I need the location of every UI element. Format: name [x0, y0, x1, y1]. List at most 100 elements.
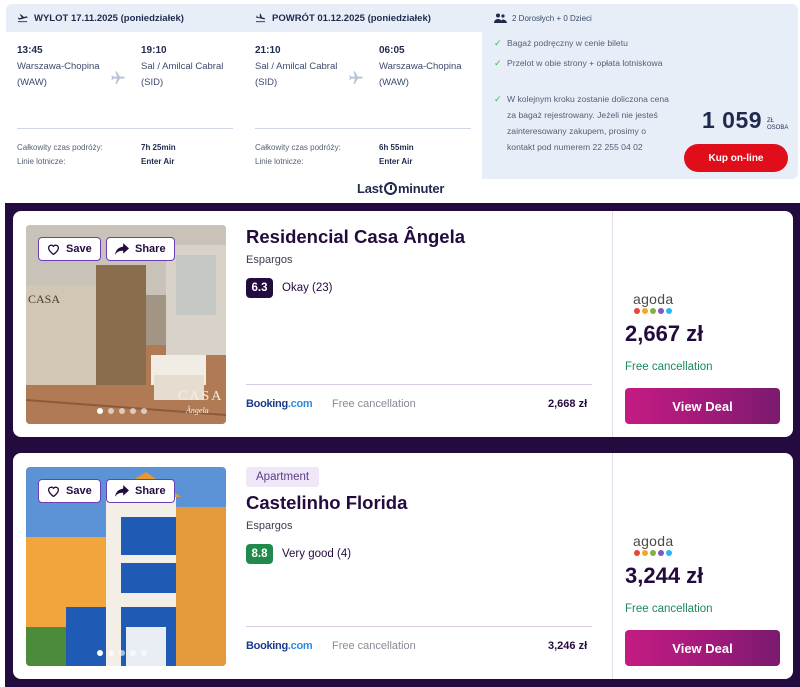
divider: [612, 453, 613, 679]
check-icon: ✓: [494, 94, 502, 104]
outbound-dep-place: Warszawa-Chopina (WAW): [17, 61, 100, 88]
hotel-photo[interactable]: CASA CASA Ângela Save Share: [26, 225, 226, 424]
buy-online-button[interactable]: Kup on-line: [684, 144, 788, 172]
booking-provider-logo[interactable]: Booking.com: [246, 640, 313, 652]
flight-offer-panel: WYLOT 17.11.2025 (poniedziałek) 13:45 Wa…: [6, 4, 798, 179]
carousel-dot[interactable]: [130, 408, 136, 414]
save-button[interactable]: Save: [38, 479, 101, 503]
agoda-dots: [634, 308, 673, 314]
booking-price[interactable]: 2,668 zł: [548, 398, 587, 410]
share-arrow-icon: [115, 243, 129, 255]
agoda-word: agoda: [633, 533, 674, 549]
score-badge: 6.3: [246, 278, 273, 298]
outbound-airline: Enter Air: [141, 157, 175, 166]
carousel-dot[interactable]: [141, 650, 147, 656]
airline-label: Linie lotnicze:: [255, 157, 304, 166]
carousel-dot[interactable]: [108, 408, 114, 414]
return-duration: 6h 55min: [379, 143, 414, 152]
carousel-dot[interactable]: [119, 408, 125, 414]
plane-icon: [111, 71, 125, 84]
divider: [255, 128, 471, 129]
hotel-city: Espargos: [246, 254, 293, 266]
clock-icon: [383, 182, 397, 195]
agoda-dot: [634, 308, 640, 314]
share-arrow-icon: [115, 485, 129, 497]
return-airline: Enter Air: [379, 157, 413, 166]
divider: [246, 384, 592, 385]
feature-text: Bagaż podręczny w cenie biletu: [507, 38, 628, 48]
score-badge: 8.8: [246, 544, 273, 564]
booking-tld: .com: [287, 640, 313, 652]
return-header-text: POWRÓT 01.12.2025 (poniedziałek): [272, 12, 431, 24]
return-leg: POWRÓT 01.12.2025 (poniedziałek) 21:10 S…: [244, 4, 482, 179]
outbound-arr-time: 19:10: [141, 45, 167, 56]
carousel-dot[interactable]: [108, 650, 114, 656]
agoda-logo: agoda: [633, 533, 673, 556]
share-label: Share: [135, 485, 166, 497]
people-icon: [494, 13, 507, 23]
flight-price: 1 059: [702, 107, 763, 133]
feature-item: ✓ Przelot w obie strony + opłata lotnisk…: [494, 55, 664, 71]
airline-label: Linie lotnicze:: [17, 157, 66, 166]
agoda-dot: [642, 550, 648, 556]
return-dep-time: 21:10: [255, 45, 281, 56]
lastminuter-logo[interactable]: Last minuter: [357, 181, 444, 196]
hotel-card[interactable]: CASA CASA Ângela Save Share Residencial …: [13, 211, 793, 437]
outbound-leg: WYLOT 17.11.2025 (poniedziałek) 13:45 Wa…: [6, 4, 244, 179]
booking-word: Booking: [246, 398, 288, 410]
hotel-name[interactable]: Residencial Casa Ângela: [246, 226, 465, 248]
feature-text: W kolejnym kroku zostanie doliczona cena…: [507, 94, 669, 152]
booking-tld: .com: [287, 398, 313, 410]
carousel-dot[interactable]: [97, 408, 103, 414]
carousel-dots: [97, 650, 147, 656]
hotel-results: CASA CASA Ângela Save Share Residencial …: [5, 203, 800, 687]
return-arr-time: 06:05: [379, 45, 405, 56]
agoda-dot: [658, 308, 664, 314]
hotel-photo[interactable]: Save Share: [26, 467, 226, 666]
deal-free-cancellation: Free cancellation: [625, 361, 713, 373]
agoda-dot: [642, 308, 648, 314]
photo-sign-text: CASA: [178, 389, 223, 404]
plane-landing-icon: [255, 13, 266, 23]
carousel-dot[interactable]: [141, 408, 147, 414]
rating-text: Okay (23): [282, 282, 333, 294]
logo-text-pre: Last: [357, 181, 383, 196]
check-icon: ✓: [494, 38, 502, 48]
outbound-header-text: WYLOT 17.11.2025 (poniedziałek): [34, 12, 184, 24]
share-label: Share: [135, 243, 166, 255]
booking-provider-logo[interactable]: Booking.com: [246, 398, 313, 410]
deal-price[interactable]: 2,667 zł: [625, 321, 703, 347]
agoda-dot: [658, 550, 664, 556]
booking-free-cancellation: Free cancellation: [332, 398, 416, 410]
plane-icon: [349, 71, 363, 84]
agoda-dot: [650, 308, 656, 314]
deal-price[interactable]: 3,244 zł: [625, 563, 703, 589]
feature-item: ✓ W kolejnym kroku zostanie doliczona ce…: [494, 91, 672, 155]
agoda-dot: [666, 550, 672, 556]
carousel-dots: [97, 408, 147, 414]
hotel-rating: 6.3 Okay (23): [246, 278, 333, 298]
outbound-arr-place: Sal / Amilcal Cabral (SID): [141, 61, 224, 88]
divider: [246, 626, 592, 627]
divider: [17, 128, 233, 129]
view-deal-button[interactable]: View Deal: [625, 630, 780, 666]
return-arr-place: Warszawa-Chopina (WAW): [379, 61, 462, 88]
per-person: OSOBA: [767, 125, 789, 131]
save-label: Save: [66, 485, 92, 497]
booking-price[interactable]: 3,246 zł: [548, 640, 587, 652]
share-button[interactable]: Share: [106, 479, 175, 503]
hotel-name[interactable]: Castelinho Florida: [246, 492, 407, 514]
carousel-dot[interactable]: [119, 650, 125, 656]
divider: [612, 211, 613, 437]
hotel-city: Espargos: [246, 520, 293, 532]
carousel-dot[interactable]: [130, 650, 136, 656]
share-button[interactable]: Share: [106, 237, 175, 261]
hotel-rating: 8.8 Very good (4): [246, 544, 351, 564]
carousel-dot[interactable]: [97, 650, 103, 656]
agoda-dots: [634, 550, 673, 556]
booking-free-cancellation: Free cancellation: [332, 640, 416, 652]
agoda-word: agoda: [633, 291, 674, 307]
save-button[interactable]: Save: [38, 237, 101, 261]
hotel-card[interactable]: Save Share Apartment Castelinho Florida …: [13, 453, 793, 679]
view-deal-button[interactable]: View Deal: [625, 388, 780, 424]
